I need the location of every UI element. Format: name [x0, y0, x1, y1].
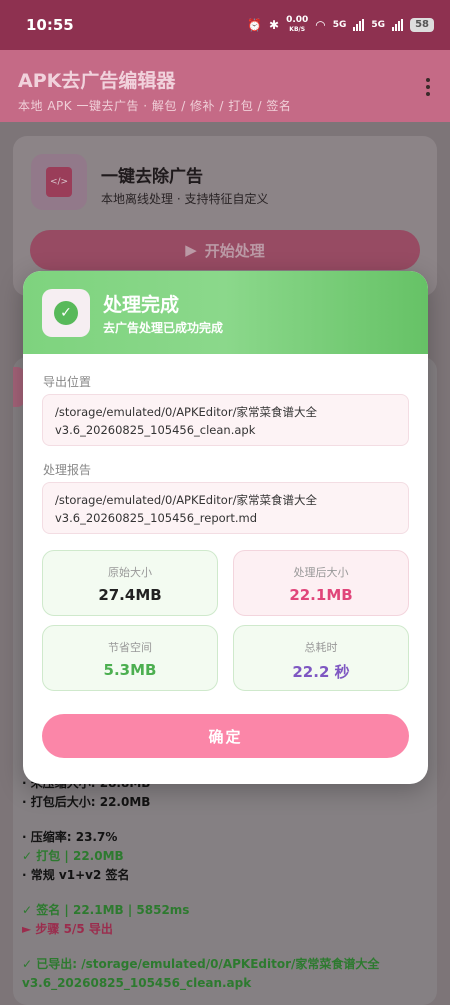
signal-2-label: 5G — [371, 19, 386, 30]
stat-value: 5.3MB — [103, 661, 157, 679]
export-location-label: 导出位置 — [43, 375, 92, 389]
dialog-subtitle: 去广告处理已成功完成 — [103, 321, 224, 335]
status-bar: 10:55 ⏰ ✱ 0.00 KB/S ◠ 5G 5G 58 — [0, 0, 450, 50]
network-speed: 0.00 KB/S — [286, 15, 309, 34]
start-button[interactable]: ▶ 开始处理 — [30, 230, 420, 270]
log-line: · 压缩率: 23.7% — [22, 830, 118, 844]
main-card-heading: 一键去除广告 — [101, 167, 203, 187]
log-line: · 打包后大小: 22.0MB — [22, 795, 151, 809]
apk-file-icon: </> — [31, 154, 87, 210]
stat-processed-size: 处理后大小 22.1MB — [233, 550, 409, 616]
alarm-icon: ⏰ — [247, 18, 262, 32]
completion-dialog: ✓ 处理完成 去广告处理已成功完成 导出位置 /storage/emulated… — [23, 271, 428, 784]
log-line: ► 步骤 5/5 导出 — [22, 922, 113, 936]
process-log: · 未压缩大小: 28.8MB · 打包后大小: 22.0MB · 压缩率: 2… — [22, 774, 379, 993]
log-line: ✓ 已导出: /storage/emulated/0/APKEditor/家常菜… — [22, 957, 380, 971]
start-button-label: 开始处理 — [204, 241, 265, 260]
log-line: ✓ 签名 | 22.1MB | 5852ms — [22, 903, 190, 917]
stat-label: 原始大小 — [108, 566, 152, 579]
log-line: ✓ 打包 | 22.0MB — [22, 849, 124, 863]
success-check-icon: ✓ — [42, 289, 90, 337]
wifi-icon: ◠ — [315, 18, 326, 32]
status-icons: ⏰ ✱ 0.00 KB/S ◠ 5G 5G 58 — [247, 16, 434, 34]
stat-saved-space: 节省空间 5.3MB — [42, 625, 218, 691]
dialog-title: 处理完成 — [103, 294, 180, 316]
app-subtitle: 本地 APK 一键去广告 · 解包 / 修补 / 打包 / 签名 — [18, 99, 292, 113]
stat-value: 22.1MB — [289, 586, 353, 604]
stat-original-size: 原始大小 27.4MB — [42, 550, 218, 616]
bluetooth-icon: ✱ — [269, 18, 280, 32]
signal-1-label: 5G — [332, 19, 347, 30]
report-label: 处理报告 — [43, 463, 92, 477]
dialog-header: ✓ 处理完成 去广告处理已成功完成 — [23, 271, 428, 354]
app-bar: APK去广告编辑器 本地 APK 一键去广告 · 解包 / 修补 / 打包 / … — [0, 50, 450, 122]
confirm-button[interactable]: 确定 — [42, 714, 409, 758]
stat-value: 22.2 秒 — [292, 663, 350, 681]
stat-total-time: 总耗时 22.2 秒 — [233, 625, 409, 691]
signal-2-icon — [392, 19, 404, 31]
log-line: · 常规 v1+v2 签名 — [22, 868, 130, 882]
main-card-description: 本地离线处理 · 支持特征自定义 — [101, 192, 269, 206]
stat-value: 27.4MB — [98, 586, 162, 604]
signal-1-icon — [353, 19, 365, 31]
more-menu-icon[interactable] — [426, 78, 430, 96]
stat-label: 节省空间 — [108, 641, 152, 654]
app-title: APK去广告编辑器 — [18, 70, 176, 92]
log-line: v3.6_20260825_105456_clean.apk — [22, 976, 252, 990]
export-path[interactable]: /storage/emulated/0/APKEditor/家常菜食谱大全 v3… — [42, 394, 409, 446]
battery-indicator: 58 — [410, 18, 434, 32]
report-path[interactable]: /storage/emulated/0/APKEditor/家常菜食谱大全 v3… — [42, 482, 409, 534]
stat-label: 总耗时 — [304, 641, 338, 654]
stat-label: 处理后大小 — [293, 566, 349, 579]
play-icon: ▶ — [185, 241, 197, 259]
status-time: 10:55 — [26, 16, 74, 34]
